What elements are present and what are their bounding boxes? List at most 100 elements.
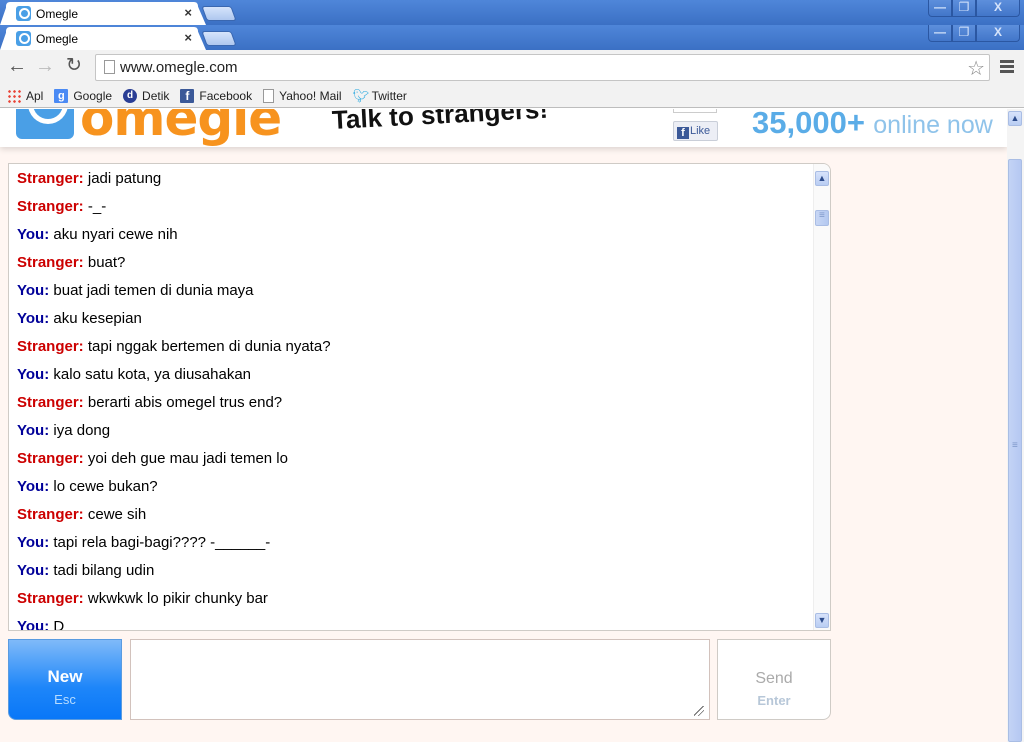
message-text: wkwkwk lo pikir chunky bar (87, 590, 268, 607)
page-icon (263, 88, 275, 103)
message-text: tapi nggak bertemen di dunia nyata? (87, 338, 331, 355)
you-label: You: (17, 282, 50, 299)
chat-message: You: aku kesepian (17, 310, 807, 338)
you-label: You: (17, 366, 50, 383)
tab-close-icon[interactable]: × (184, 5, 192, 20)
chat-message: You: aku nyari cewe nih (17, 226, 807, 254)
restore-button[interactable]: ❐ (952, 0, 976, 17)
window-titlebar-front: Omegle × — ❐ X (0, 25, 1024, 50)
message-text: aku nyari cewe nih (53, 226, 178, 243)
back-button[interactable]: ← (6, 56, 28, 77)
message-text: lo cewe bukan? (53, 478, 158, 495)
message-text: kalo satu kota, ya diusahakan (53, 366, 252, 383)
address-bar[interactable]: www.omegle.com ☆ (95, 54, 990, 81)
chat-message: Stranger: berarti abis omegel trus end? (17, 394, 807, 422)
you-label: You: (17, 618, 50, 631)
chat-message: You: kalo satu kota, ya diusahakan (17, 366, 807, 394)
message-text: aku kesepian (53, 310, 142, 327)
message-text: tadi bilang udin (53, 562, 155, 579)
message-text: jadi patung (87, 170, 162, 187)
chat-log: Stranger: jadi patung Stranger: -_- You: a… (17, 170, 807, 631)
window-titlebar-back: Omegle × — ❐ X (0, 0, 1024, 25)
bookmark-facebook[interactable]: f Facebook (180, 88, 252, 103)
omegle-favicon-icon (16, 31, 31, 46)
message-text: -_- (87, 198, 107, 215)
minimize-button[interactable]: — (928, 0, 952, 17)
chat-message: You: tapi rela bagi-bagi???? -______- (17, 534, 807, 562)
page-scrollbar[interactable]: ▲ (1007, 109, 1024, 742)
bookmark-twitter[interactable]: 🐦︎ Twitter (352, 87, 407, 103)
tab-title: Omegle (36, 32, 79, 46)
you-label: You: (17, 226, 50, 243)
twitter-icon: 🐦︎ (352, 87, 370, 103)
chat-message: You: lo cewe bukan? (17, 478, 807, 506)
stranger-label: Stranger: (17, 198, 84, 215)
facebook-icon: f (677, 127, 689, 139)
message-text: yoi deh gue mau jadi temen lo (87, 450, 288, 467)
close-window-button[interactable]: X (976, 0, 1020, 17)
chat-message: Stranger: jadi patung (17, 170, 807, 198)
online-count-number: 35,000+ (752, 109, 865, 140)
omegle-logo-icon[interactable] (16, 109, 74, 139)
google-icon: g (54, 88, 69, 103)
stranger-label: Stranger: (17, 394, 84, 411)
page-icon (104, 60, 115, 74)
bookmark-google[interactable]: g Google (54, 88, 113, 103)
scroll-up-icon[interactable]: ▲ (815, 171, 829, 186)
browser-toolbar: ← → ↻ www.omegle.com ☆ (0, 50, 1024, 84)
new-chat-button[interactable]: New Esc (8, 639, 122, 720)
chat-log-box: Stranger: jadi patung Stranger: -_- You: a… (8, 163, 831, 631)
message-text: tapi rela bagi-bagi???? -______- (53, 534, 271, 551)
scrollbar-thumb[interactable] (815, 210, 829, 226)
bookmark-label: Yahoo! Mail (279, 88, 342, 103)
message-input[interactable] (130, 639, 710, 720)
message-text: D (53, 618, 65, 631)
scroll-down-icon[interactable]: ▼ (815, 613, 829, 628)
bookmark-apps[interactable]: Apl (7, 88, 43, 103)
bookmark-label: Twitter (371, 88, 407, 103)
url-text[interactable]: www.omegle.com (120, 59, 238, 76)
send-button[interactable]: Send Enter (717, 639, 831, 720)
online-count: 35,000+ online now (752, 109, 993, 141)
chat-message: Stranger: buat? (17, 254, 807, 282)
you-label: You: (17, 562, 50, 579)
chat-log-scrollbar[interactable]: ▲ ▼ (813, 164, 830, 630)
stranger-label: Stranger: (17, 506, 84, 523)
fb-like-label: Like (690, 125, 711, 137)
chat-message: You: iya dong (17, 422, 807, 450)
minimize-button[interactable]: — (928, 25, 952, 42)
facebook-like-button[interactable]: f Like (673, 121, 718, 141)
tab-close-icon[interactable]: × (184, 30, 192, 45)
bookmarks-bar: Apl g Google d Detik f Facebook Yahoo! M… (0, 84, 1024, 108)
resize-grip-icon[interactable] (694, 706, 704, 716)
stranger-label: Stranger: (17, 590, 84, 607)
you-label: You: (17, 310, 50, 327)
forward-button[interactable]: → (34, 56, 56, 77)
stranger-label: Stranger: (17, 170, 84, 187)
bookmark-label: Google (73, 88, 113, 103)
send-button-shortcut: Enter (757, 693, 791, 708)
browser-tab[interactable]: Omegle × (0, 27, 206, 50)
message-text: iya dong (53, 422, 111, 439)
chat-message: You: D (17, 618, 807, 631)
bookmark-yahoo-mail[interactable]: Yahoo! Mail (263, 88, 342, 103)
omegle-logo-text[interactable]: omegle (80, 109, 282, 147)
menu-icon[interactable] (1000, 60, 1014, 75)
close-window-button[interactable]: X (976, 25, 1020, 42)
new-tab-button[interactable] (201, 6, 237, 21)
bookmark-star-icon[interactable]: ☆ (967, 56, 985, 81)
browser-tab[interactable]: Omegle × (0, 2, 206, 25)
stranger-label: Stranger: (17, 338, 84, 355)
chat-message: Stranger: cewe sih (17, 506, 807, 534)
chat-message: Stranger: yoi deh gue mau jadi temen lo (17, 450, 807, 478)
page-scrollbar-thumb[interactable] (1008, 159, 1022, 742)
facebook-icon: f (180, 88, 195, 103)
fb-like-count-bubble (673, 109, 717, 113)
bookmark-detik[interactable]: d Detik (123, 88, 169, 103)
new-tab-button[interactable] (201, 31, 237, 46)
chat-message: You: buat jadi temen di dunia maya (17, 282, 807, 310)
reload-button[interactable]: ↻ (63, 56, 85, 77)
restore-button[interactable]: ❐ (952, 25, 976, 42)
omegle-header: omegle Talk to strangers! f Like 35,000+ … (0, 109, 1007, 147)
page-scroll-up-icon[interactable]: ▲ (1008, 111, 1022, 126)
